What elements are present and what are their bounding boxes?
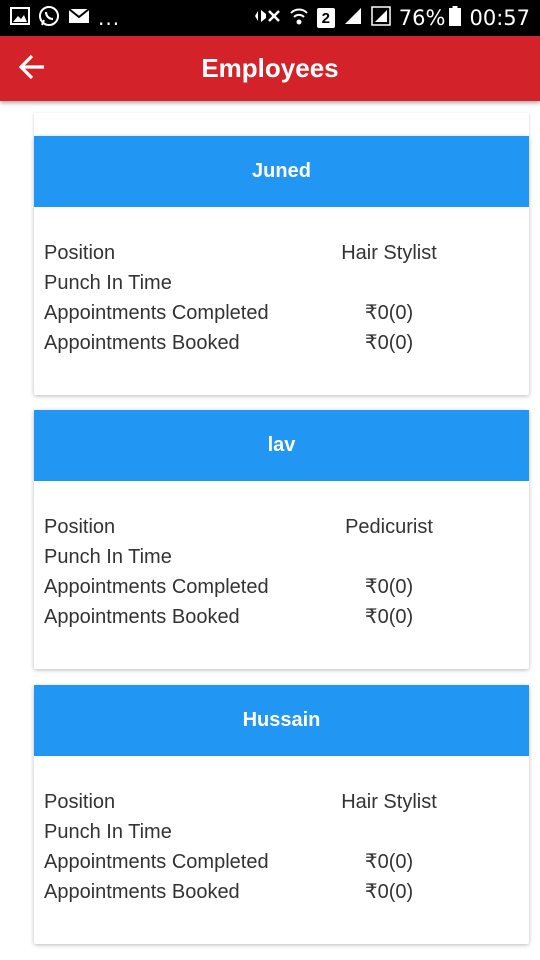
completed-label: Appointments Completed <box>44 576 269 598</box>
position-label: Position <box>44 516 116 538</box>
employee-list[interactable]: Juned Position Hair Stylist Punch In Tim… <box>0 101 540 960</box>
vibrate-mute-icon <box>253 6 281 31</box>
employee-card[interactable]: Hussain Position Hair Stylist Punch In T… <box>34 685 529 944</box>
punch-in-label: Punch In Time <box>44 546 172 568</box>
completed-value: ₹0(0) <box>364 851 414 873</box>
status-bar: ... 2 76% 00:57 <box>0 0 540 36</box>
punch-in-row: Punch In Time <box>34 817 529 847</box>
position-value: Hair Stylist <box>341 242 437 264</box>
employee-name: Juned <box>34 136 529 207</box>
completed-row: Appointments Completed ₹0(0) <box>34 847 529 877</box>
booked-row: Appointments Booked ₹0(0) <box>34 328 529 358</box>
wifi-icon <box>289 6 309 31</box>
position-label: Position <box>44 791 116 813</box>
status-overflow: ... <box>98 6 121 30</box>
booked-label: Appointments Booked <box>44 332 240 354</box>
completed-value: ₹0(0) <box>364 576 414 598</box>
position-value: Hair Stylist <box>341 791 437 813</box>
signal-icon-2 <box>371 5 391 31</box>
mail-icon <box>68 7 90 30</box>
sim-2-icon: 2 <box>316 8 335 28</box>
gallery-icon <box>10 6 30 30</box>
status-bar-right: 2 76% 00:57 <box>245 5 530 31</box>
completed-row: Appointments Completed ₹0(0) <box>34 298 529 328</box>
punch-in-label: Punch In Time <box>44 821 172 843</box>
position-value: Pedicurist <box>345 516 433 538</box>
battery-percent: 76% <box>398 6 446 30</box>
punch-in-row: Punch In Time <box>34 268 529 298</box>
card-top-edge <box>34 113 529 136</box>
completed-row: Appointments Completed ₹0(0) <box>34 572 529 602</box>
booked-value: ₹0(0) <box>364 332 414 354</box>
employee-name: Hussain <box>34 685 529 756</box>
booked-label: Appointments Booked <box>44 606 240 628</box>
booked-row: Appointments Booked ₹0(0) <box>34 602 529 632</box>
booked-row: Appointments Booked ₹0(0) <box>34 877 529 907</box>
position-row: Position Hair Stylist <box>34 787 529 817</box>
employee-card[interactable]: lav Position Pedicurist Punch In Time Ap… <box>34 410 529 669</box>
employee-details: Position Pedicurist Punch In Time Appoin… <box>34 481 529 632</box>
position-label: Position <box>44 242 116 264</box>
clock: 00:57 <box>469 6 530 30</box>
employee-card[interactable]: Juned Position Hair Stylist Punch In Tim… <box>34 136 529 395</box>
employee-details: Position Hair Stylist Punch In Time Appo… <box>34 207 529 358</box>
whatsapp-icon <box>38 5 60 32</box>
page-title: Employees <box>201 53 339 83</box>
completed-label: Appointments Completed <box>44 302 269 324</box>
position-row: Position Hair Stylist <box>34 238 529 268</box>
status-bar-left: ... <box>10 5 128 32</box>
employee-details: Position Hair Stylist Punch In Time Appo… <box>34 756 529 907</box>
punch-in-row: Punch In Time <box>34 542 529 572</box>
employee-name: lav <box>34 410 529 481</box>
signal-icon <box>343 6 363 31</box>
position-row: Position Pedicurist <box>34 512 529 542</box>
completed-label: Appointments Completed <box>44 851 269 873</box>
battery-icon <box>449 5 462 31</box>
app-bar: Employees <box>0 36 540 101</box>
punch-in-label: Punch In Time <box>44 272 172 294</box>
completed-value: ₹0(0) <box>364 302 414 324</box>
booked-value: ₹0(0) <box>364 606 414 628</box>
booked-label: Appointments Booked <box>44 881 240 903</box>
booked-value: ₹0(0) <box>364 881 414 903</box>
